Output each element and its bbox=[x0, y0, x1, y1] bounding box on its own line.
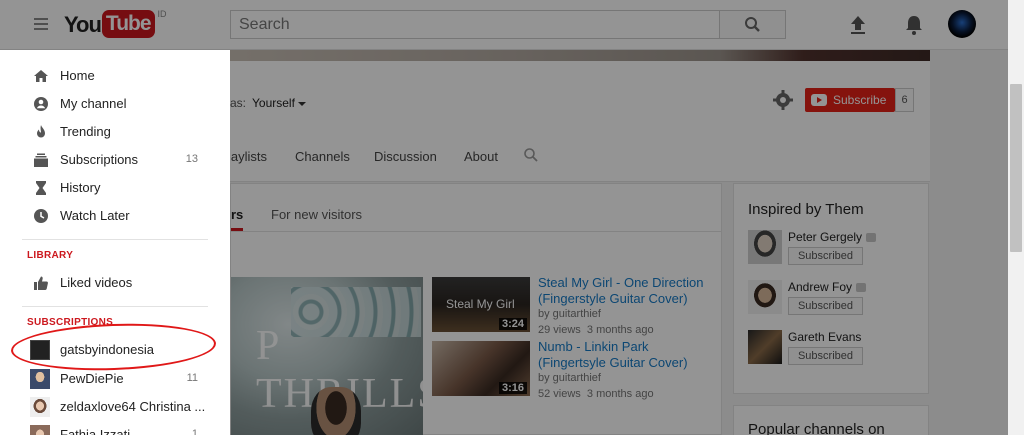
scrollbar-thumb[interactable] bbox=[1010, 84, 1022, 252]
divider bbox=[22, 239, 208, 240]
guide-subscription-zeldaxlove64[interactable]: zeldaxlove64 Christina ... bbox=[0, 393, 230, 421]
subscriptions-icon bbox=[34, 153, 48, 167]
guide-item-label: PewDiePie bbox=[60, 371, 124, 386]
guide-item-count: 1 bbox=[191, 428, 198, 435]
guide-item-label: Subscriptions bbox=[60, 152, 139, 167]
guide-item-count: 13 bbox=[185, 153, 198, 165]
section-heading-library: LIBRARY bbox=[27, 250, 74, 261]
guide-item-count: 11 bbox=[186, 372, 198, 384]
person-icon bbox=[34, 97, 48, 111]
guide-item-history[interactable]: History bbox=[0, 174, 230, 202]
guide-item-label: Liked videos bbox=[60, 275, 133, 290]
home-icon bbox=[34, 70, 48, 82]
channel-avatar bbox=[30, 340, 50, 360]
guide-item-subscriptions[interactable]: Subscriptions 13 bbox=[0, 146, 230, 174]
guide-item-label: Fathia Izzati bbox=[60, 427, 131, 435]
guide-item-label: Home bbox=[60, 68, 95, 83]
guide-item-watch-later[interactable]: Watch Later bbox=[0, 202, 230, 230]
clock-icon bbox=[34, 209, 48, 223]
guide-item-trending[interactable]: Trending bbox=[0, 118, 230, 146]
guide-item-label: Watch Later bbox=[60, 208, 130, 223]
guide-item-label: gatsbyindonesia bbox=[60, 342, 154, 357]
guide-item-liked-videos[interactable]: Liked videos bbox=[0, 269, 230, 297]
hourglass-icon bbox=[36, 181, 46, 195]
guide-sidebar: Home My channel Trending Subscriptions 1… bbox=[0, 50, 230, 435]
divider bbox=[22, 306, 208, 307]
guide-item-label: Trending bbox=[60, 124, 111, 139]
guide-item-label: History bbox=[60, 180, 101, 195]
guide-item-home[interactable]: Home bbox=[0, 62, 230, 90]
guide-subscription-pewdiepie[interactable]: PewDiePie 11 bbox=[0, 365, 230, 393]
guide-item-my-channel[interactable]: My channel bbox=[0, 90, 230, 118]
channel-avatar bbox=[30, 397, 50, 417]
flame-icon bbox=[37, 125, 45, 138]
guide-item-label: My channel bbox=[60, 96, 127, 111]
guide-subscription-gatsbyindonesia[interactable]: gatsbyindonesia bbox=[0, 336, 230, 364]
guide-subscription-fathia-izzati[interactable]: Fathia Izzati 1 bbox=[0, 421, 230, 435]
thumbs-up-icon bbox=[34, 276, 48, 290]
guide-item-label: zeldaxlove64 Christina ... bbox=[60, 399, 206, 414]
channel-avatar bbox=[30, 425, 50, 435]
channel-avatar bbox=[30, 369, 50, 389]
section-heading-subscriptions: SUBSCRIPTIONS bbox=[27, 317, 114, 328]
